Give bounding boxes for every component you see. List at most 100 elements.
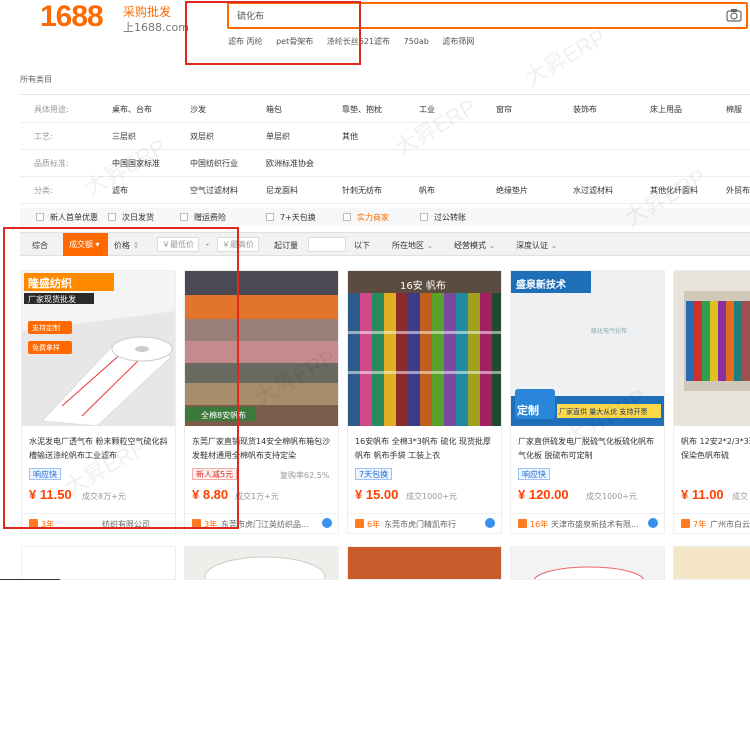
filter-label: 品质标准:	[34, 159, 69, 168]
filter-option[interactable]: 其他化纤面料	[650, 185, 698, 196]
image-badge: 厂家直供 量大从优 支持开票	[559, 408, 648, 416]
chevron-down-icon: ⌄	[486, 241, 496, 250]
min-order-input[interactable]	[308, 237, 346, 252]
checkbox-icon	[266, 213, 274, 221]
seller-name[interactable]: 天津市盛泉新技术有限...	[551, 519, 651, 530]
checkbox-exchange[interactable]: 7+天包换	[266, 212, 316, 223]
product-card-partial[interactable]	[184, 546, 339, 580]
filter-option[interactable]: 空气过滤材料	[190, 185, 238, 196]
color-swatch-image	[348, 271, 501, 426]
site-logo[interactable]: 1688	[40, 0, 104, 34]
filter-row-usage: 具体用途: 桌布、台布 沙发 箱包 靠垫、抱枕 工业 窗帘 装饰布 床上用品 棉…	[20, 95, 750, 123]
filter-option[interactable]: 滤布	[112, 185, 128, 196]
product-card-partial[interactable]	[347, 546, 502, 580]
checkbox-bank-transfer[interactable]: 过公转账	[420, 212, 466, 223]
filter-option[interactable]: 装饰布	[573, 104, 597, 115]
shop-badge-icon	[518, 519, 527, 528]
filter-label: 分类:	[34, 186, 53, 195]
chat-icon[interactable]	[322, 518, 332, 528]
product-image[interactable]: 盛泉新技术 定制 厂家直供 量大从优 支持开票 硫化电气化布	[511, 271, 664, 426]
seller-row: 16年 天津市盛泉新技术有限...	[511, 513, 664, 533]
filter-option[interactable]: 靠垫、抱枕	[342, 104, 382, 115]
chevron-down-icon: ⌄	[548, 241, 558, 250]
checkbox-power-merchant[interactable]: 实力商家	[343, 212, 389, 223]
product-card-partial[interactable]	[673, 546, 750, 580]
filter-option[interactable]: 中国国家标准	[112, 158, 160, 169]
watermark-text: 大昇ERP	[520, 24, 611, 91]
chat-icon[interactable]	[648, 518, 658, 528]
seller-row: 7年 广州市白云	[674, 513, 750, 533]
product-price: ¥ 120.00	[518, 487, 569, 502]
filter-option[interactable]: 单层织	[266, 131, 290, 142]
checkbox-freight[interactable]: 赠运费险	[180, 212, 226, 223]
product-title[interactable]: 16安帆布 全棉3*3帆布 硫化 现货批厚帆布 帆布手袋 工装上衣	[355, 435, 498, 463]
product-card-partial[interactable]	[21, 546, 176, 580]
fabric-roll-image	[204, 556, 326, 579]
product-card[interactable]: 16安 帆布 16安帆布 全棉3*3帆布 硫化 现货批厚帆布 帆布手袋 工装上衣…	[347, 270, 502, 534]
seller-name[interactable]: 广州市白云	[710, 519, 750, 530]
filter-option[interactable]: 尼龙面料	[266, 185, 298, 196]
certification-dropdown[interactable]: 深度认证 ⌄	[516, 240, 557, 251]
service-checkbox-row: 新人首单优惠 次日发货 赠运费险 7+天包换 实力商家 过公转账	[20, 208, 750, 226]
product-image[interactable]	[674, 271, 750, 426]
checkbox-icon	[108, 213, 116, 221]
filter-option[interactable]: 外贸布	[726, 185, 750, 196]
filter-option[interactable]: 水过滤材料	[573, 185, 613, 196]
hot-word-link[interactable]: 滤布筛网	[442, 37, 474, 46]
business-mode-dropdown[interactable]: 经营模式 ⌄	[454, 240, 495, 251]
checkbox-new-user[interactable]: 新人首单优惠	[36, 212, 98, 223]
filter-option[interactable]: 欧洲标准协会	[266, 158, 314, 169]
product-card[interactable]: 盛泉新技术 定制 厂家直供 量大从优 支持开票 硫化电气化布 厂家直供硫发电厂脱…	[510, 270, 665, 534]
checkbox-icon	[36, 213, 44, 221]
filter-option[interactable]: 三层织	[112, 131, 136, 142]
camera-icon[interactable]	[726, 8, 742, 22]
image-sub-text: 定制	[517, 404, 539, 417]
filter-option[interactable]: 双层织	[190, 131, 214, 142]
filter-option[interactable]: 中国纺织行业	[190, 158, 238, 169]
seller-years: 7年	[693, 520, 707, 529]
filter-label: 工艺:	[34, 132, 53, 141]
logo-domain: 上1688.com	[123, 21, 189, 34]
filter-row-craft: 工艺: 三层织 双层织 单层织 其他	[20, 122, 750, 150]
chat-icon[interactable]	[485, 518, 495, 528]
filter-option[interactable]: 针刺无纺布	[342, 185, 382, 196]
product-highlight-box	[3, 227, 239, 529]
service-tag: 响应快	[518, 468, 550, 480]
filter-option[interactable]: 窗帘	[496, 104, 512, 115]
repurchase-rate: 复购率62.5%	[280, 471, 330, 480]
filter-label: 具体用途:	[34, 105, 69, 114]
filter-option[interactable]: 帆布	[419, 185, 435, 196]
image-label: 硫化电气化布	[591, 328, 628, 335]
hot-word-link[interactable]: 750ab	[404, 37, 429, 46]
filter-option[interactable]: 工业	[419, 104, 435, 115]
divider	[0, 579, 60, 580]
sold-amount: 成交1万+元	[235, 492, 279, 501]
filter-option[interactable]: 床上用品	[650, 104, 682, 115]
image-brand-text: 盛泉新技术	[516, 280, 566, 291]
filter-option[interactable]: 其他	[342, 131, 358, 142]
product-title[interactable]: 帆布 12安2*2/3*3环保染色帆布硫	[681, 435, 750, 463]
fabric-roll-image	[534, 566, 644, 579]
product-card[interactable]: 帆布 12安2*2/3*3环保染色帆布硫 ¥ 11.00 成交 7年 广州市白云	[673, 270, 750, 534]
seller-name[interactable]: 东莞市虎门精凯布行	[384, 519, 484, 530]
product-image[interactable]: 16安 帆布	[348, 271, 501, 426]
sold-amount: 成交1000+元	[586, 492, 638, 501]
filter-option[interactable]: 桌布、台布	[112, 104, 152, 115]
filter-row-standard: 品质标准: 中国国家标准 中国纺织行业 欧洲标准协会	[20, 149, 750, 177]
filter-option[interactable]: 绝缘垫片	[496, 185, 528, 196]
logo-slogan: 采购批发	[123, 5, 172, 19]
all-category-link[interactable]: 所有类目	[20, 74, 52, 85]
filter-option[interactable]: 棉服	[726, 104, 742, 115]
min-order-label: 起订量	[274, 241, 298, 250]
chevron-down-icon: ⌄	[424, 241, 434, 250]
seller-years: 6年	[367, 520, 381, 529]
checkbox-next-day[interactable]: 次日发货	[108, 212, 154, 223]
below-label: 以下	[354, 241, 370, 250]
product-title[interactable]: 厂家直供硫发电厂脱硫气化板硫化帆布 气化板 脱硫布可定制	[518, 435, 661, 463]
location-dropdown[interactable]: 所在地区 ⌄	[392, 240, 433, 251]
filter-option[interactable]: 箱包	[266, 104, 282, 115]
product-card-partial[interactable]	[510, 546, 665, 580]
search-highlight-box	[185, 1, 361, 65]
filter-option[interactable]: 沙发	[190, 104, 206, 115]
checkbox-icon	[180, 213, 188, 221]
